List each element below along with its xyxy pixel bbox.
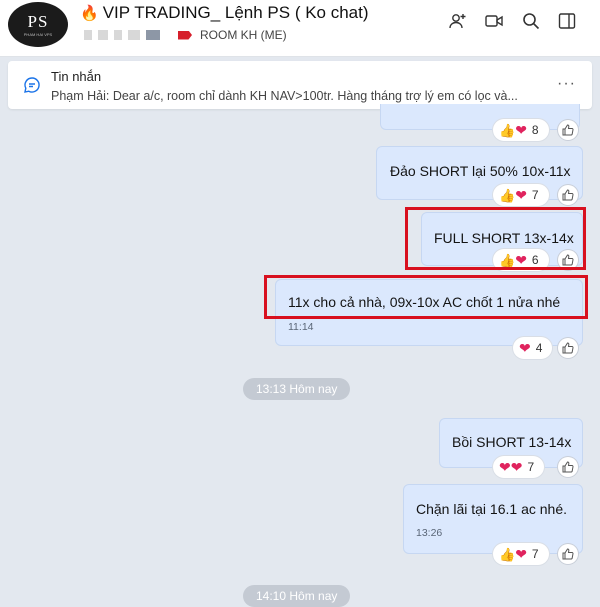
date-divider: 14:10 Hôm nay <box>243 585 351 607</box>
reaction-summary[interactable]: 👍 ❤ 7 <box>493 543 549 565</box>
chat-title[interactable]: 🔥 VIP TRADING_ Lệnh PS ( Ko chat) <box>80 3 369 23</box>
message-bubble[interactable]: Chặn lãi tại 16.1 ac nhé. 13:26 <box>403 484 583 554</box>
blurred-text <box>146 30 160 40</box>
like-button[interactable] <box>558 457 578 477</box>
like-button[interactable] <box>558 544 578 564</box>
fire-icon: 🔥 <box>80 5 99 22</box>
blurred-text <box>84 30 92 40</box>
message-text: Bồi SHORT 13-14x <box>452 434 572 450</box>
sidebar-toggle-icon[interactable] <box>556 10 578 32</box>
group-avatar[interactable]: PS PHAM HAI VPS <box>8 2 68 47</box>
message-text: Chặn lãi tại 16.1 ac nhé. <box>416 501 567 517</box>
like-button[interactable] <box>558 120 578 140</box>
reaction-count: 7 <box>531 188 539 202</box>
date-divider: 13:13 Hôm nay <box>243 378 351 400</box>
more-options-icon[interactable]: ··· <box>557 75 576 93</box>
reaction-count: 7 <box>527 460 535 474</box>
avatar-subtext: PHAM HAI VPS <box>23 31 53 37</box>
chat-title-text: VIP TRADING_ Lệnh PS ( Ko chat) <box>102 3 369 22</box>
heart-icon: ❤ <box>515 546 527 562</box>
message-bubble[interactable] <box>380 104 580 130</box>
reaction-count: 4 <box>535 341 543 355</box>
pinned-title: Tin nhắn <box>51 69 102 84</box>
reaction-summary[interactable]: ❤ 4 <box>513 337 553 359</box>
video-call-icon[interactable] <box>483 10 505 32</box>
pinned-message-banner[interactable]: Tin nhắn Phạm Hải: Dear a/c, room chỉ dà… <box>8 61 592 109</box>
highlight-box <box>405 207 586 270</box>
chat-subtitle: ROOM KH (ME) <box>84 28 287 42</box>
heart-icon: ❤ <box>515 122 527 138</box>
thumbs-up-icon: 👍 <box>499 122 516 138</box>
room-label[interactable]: ROOM KH (ME) <box>200 28 287 42</box>
heart-icon: ❤ <box>510 459 523 475</box>
reaction-summary[interactable]: 👍 ❤ 8 <box>493 119 549 141</box>
heart-icon: ❤ <box>499 459 511 475</box>
message-time: 11:14 <box>288 321 314 333</box>
reaction-count: 8 <box>531 123 539 137</box>
blurred-text <box>114 30 122 40</box>
highlight-box <box>264 275 588 319</box>
label-tag-icon <box>178 30 192 40</box>
heart-icon: ❤ <box>515 187 527 203</box>
heart-icon: ❤ <box>519 340 531 356</box>
avatar-monogram: PS <box>27 11 49 31</box>
like-button[interactable] <box>558 185 578 205</box>
reaction-count: 7 <box>531 547 539 561</box>
chat-header: PS PHAM HAI VPS 🔥 VIP TRADING_ Lệnh PS (… <box>0 0 600 57</box>
search-icon[interactable] <box>520 10 542 32</box>
blurred-text <box>98 30 108 40</box>
reaction-summary[interactable]: ❤ ❤ 7 <box>493 456 545 478</box>
add-member-icon[interactable] <box>447 10 469 32</box>
thumbs-up-icon: 👍 <box>499 187 516 203</box>
message-text: Đảo SHORT lại 50% 10x-11x <box>390 163 571 179</box>
message-bubble[interactable]: Đảo SHORT lại 50% 10x-11x <box>376 146 583 200</box>
thumbs-up-icon: 👍 <box>499 546 516 562</box>
reaction-summary[interactable]: 👍 ❤ 7 <box>493 184 549 206</box>
pinned-text: Phạm Hải: Dear a/c, room chỉ dành KH NAV… <box>51 89 518 103</box>
message-bubble-icon <box>23 76 41 99</box>
like-button[interactable] <box>558 338 578 358</box>
message-time: 13:26 <box>416 527 443 539</box>
blurred-text <box>128 30 140 40</box>
